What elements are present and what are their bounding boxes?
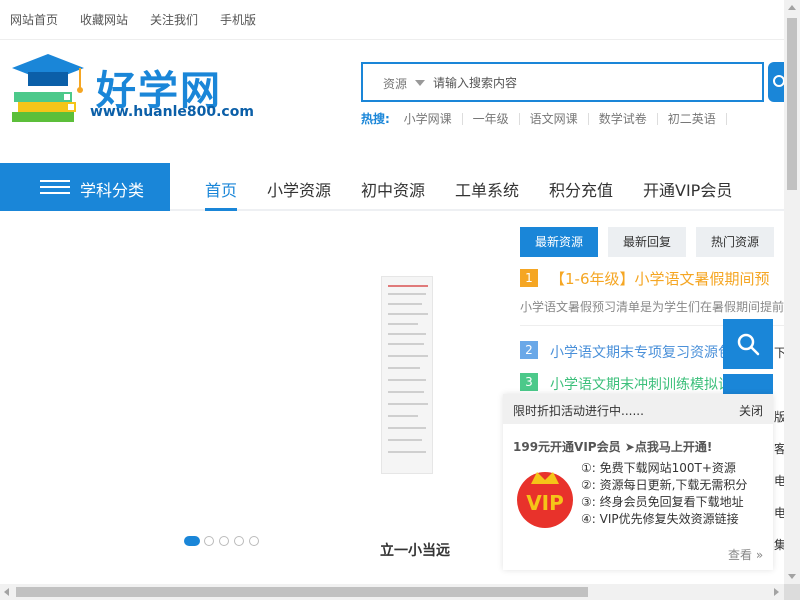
popup-more-link[interactable]: 查看 » [728,546,763,563]
scrollbar-thumb[interactable] [16,587,588,597]
graduation-books-icon [12,54,84,122]
horizontal-scrollbar[interactable] [0,584,784,600]
nav-active-indicator [205,208,237,211]
tab-hot-resources[interactable]: 热门资源 [696,227,774,257]
tab-latest-replies[interactable]: 最新回复 [608,227,686,257]
main-nav: 学科分类 首页 小学资源 初中资源 工单系统 积分充值 开通VIP会员 [0,163,784,211]
topbar-link-favorite[interactable]: 收藏网站 [80,11,128,28]
hot-search-item[interactable]: 小学网课 [394,113,463,125]
search-icon [737,333,760,356]
resource-title[interactable]: 小学语文期末冲刺训练模拟试题 [550,374,746,394]
resource-summary: 小学语文暑假预习清单是为学生们在暑假期间提前 [520,300,785,314]
page: 网站首页 收藏网站 关注我们 手机版 好学网 www.huanle800.com… [0,0,800,600]
caret-down-icon[interactable] [415,80,425,86]
nav-item-home[interactable]: 首页 [205,177,237,201]
resource-title[interactable]: 小学语文期末专项复习资源包 [550,342,732,362]
floating-action-button[interactable] [723,374,773,394]
floating-search-button[interactable] [723,319,773,369]
carousel-dot[interactable] [234,536,244,546]
top-bar: 网站首页 收藏网站 关注我们 手机版 [0,0,784,40]
tab-latest-resources[interactable]: 最新资源 [520,227,598,257]
vip-badge-text: VIP [526,491,564,515]
scroll-down-icon[interactable] [788,574,796,579]
benefit-item: ③: 终身会员免回复看下载地址 [581,495,744,509]
scrollbar-corner [784,584,800,600]
menu-icon [40,180,70,194]
topbar-link-mobile[interactable]: 手机版 [220,11,256,28]
promo-popup: 限时折扣活动进行中...... 关闭 199元开通VIP会员 ➤点我马上开通! … [503,394,773,570]
vip-crown-icon: VIP [513,466,577,528]
hot-search-item[interactable]: 数学试卷 [589,113,658,125]
hot-search-item[interactable]: 一年级 [463,113,520,125]
search-input[interactable] [433,72,753,94]
carousel-dot[interactable] [249,536,259,546]
site-logo[interactable]: 好学网 www.huanle800.com [10,52,254,128]
vip-benefits-list: ①: 免费下载网站100T+资源 ②: 资源每日更新,下载无需积分 ③: 终身会… [581,460,747,528]
rank-badge: 1 [520,269,538,287]
logo-url: www.huanle800.com [90,104,254,120]
nav-item-vip[interactable]: 开通VIP会员 [643,177,732,201]
category-menu-button[interactable]: 学科分类 [0,163,170,211]
hot-search-label: 热搜: [361,112,390,126]
hot-search-item[interactable]: 初二英语 [658,113,727,125]
category-menu-label: 学科分类 [80,181,145,200]
popup-close-button[interactable]: 关闭 [739,402,763,419]
hot-search-item[interactable]: 语文网课 [520,113,589,125]
popup-header: 限时折扣活动进行中...... 关闭 [503,394,773,424]
nav-item-tickets[interactable]: 工单系统 [455,177,519,201]
resource-title[interactable]: 【1-6年级】小学语文暑假期间预 [550,268,770,289]
topbar-link-follow[interactable]: 关注我们 [150,11,198,28]
scroll-up-icon[interactable] [788,5,796,10]
scrollbar-thumb[interactable] [787,18,797,190]
banner-carousel[interactable]: 立一小当远 [0,214,505,584]
benefit-item: ①: 免费下载网站100T+资源 [581,461,736,475]
hot-search: 热搜: 小学网课 一年级 语文网课 数学试卷 初二英语 [361,110,727,127]
carousel-dot[interactable] [184,536,200,546]
nav-item-middle[interactable]: 初中资源 [361,177,425,201]
vertical-scrollbar[interactable] [784,0,800,584]
nav-item-primary[interactable]: 小学资源 [267,177,331,201]
scroll-right-icon[interactable] [774,588,779,596]
vip-promo-link[interactable]: 199元开通VIP会员 ➤点我马上开通! [513,438,712,455]
carousel-dot[interactable] [219,536,229,546]
document-preview-image [381,276,433,474]
carousel-caption: 立一小当远 [380,543,450,559]
rank-badge: 2 [520,341,538,359]
rank-badge: 3 [520,373,538,391]
nav-item-recharge[interactable]: 积分充值 [549,177,613,201]
benefit-item: ④: VIP优先修复失效资源链接 [581,512,739,526]
search-box: 资源 [361,62,764,102]
carousel-dot[interactable] [204,536,214,546]
search-type-select[interactable]: 资源 [383,75,407,92]
scroll-left-icon[interactable] [4,588,9,596]
topbar-link-home[interactable]: 网站首页 [10,11,58,28]
benefit-item: ②: 资源每日更新,下载无需积分 [581,478,748,492]
popup-title: 限时折扣活动进行中...... [513,404,644,418]
